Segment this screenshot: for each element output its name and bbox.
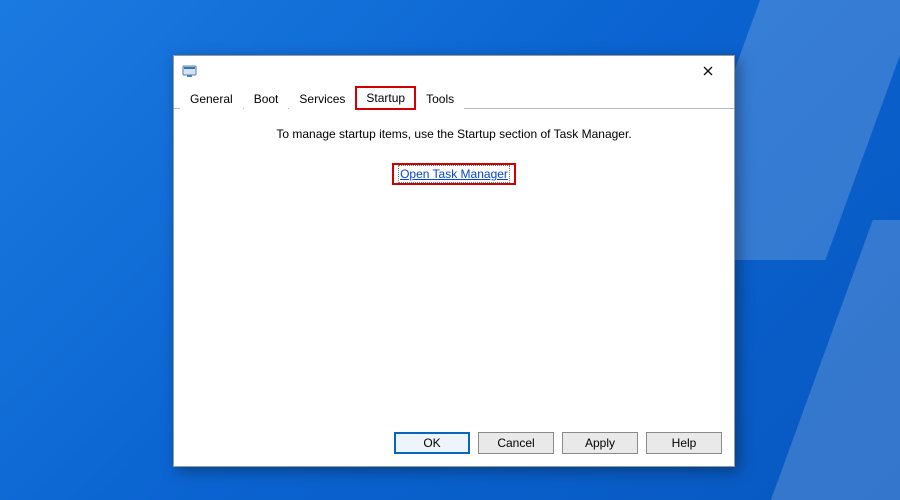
tab-startup[interactable]: Startup <box>356 87 415 109</box>
title-left <box>182 63 198 79</box>
open-task-manager-link[interactable]: Open Task Manager <box>400 167 508 181</box>
dialog-button-row: OK Cancel Apply Help <box>174 422 734 466</box>
tab-tools[interactable]: Tools <box>416 88 464 109</box>
tab-boot[interactable]: Boot <box>244 88 289 109</box>
tab-services[interactable]: Services <box>289 88 355 109</box>
tab-content-startup: To manage startup items, use the Startup… <box>174 109 734 422</box>
apply-button[interactable]: Apply <box>562 432 638 454</box>
open-task-manager-highlight: Open Task Manager <box>392 163 516 185</box>
ok-button[interactable]: OK <box>394 432 470 454</box>
close-button[interactable] <box>688 59 728 83</box>
msconfig-dialog: General Boot Services Startup Tools To m… <box>173 55 735 467</box>
tabstrip: General Boot Services Startup Tools <box>174 86 734 109</box>
tab-general[interactable]: General <box>180 88 243 109</box>
cancel-button[interactable]: Cancel <box>478 432 554 454</box>
help-button[interactable]: Help <box>646 432 722 454</box>
titlebar <box>174 56 734 86</box>
startup-info-text: To manage startup items, use the Startup… <box>184 127 724 141</box>
msconfig-icon <box>182 63 198 79</box>
desktop-background: General Boot Services Startup Tools To m… <box>0 0 900 500</box>
